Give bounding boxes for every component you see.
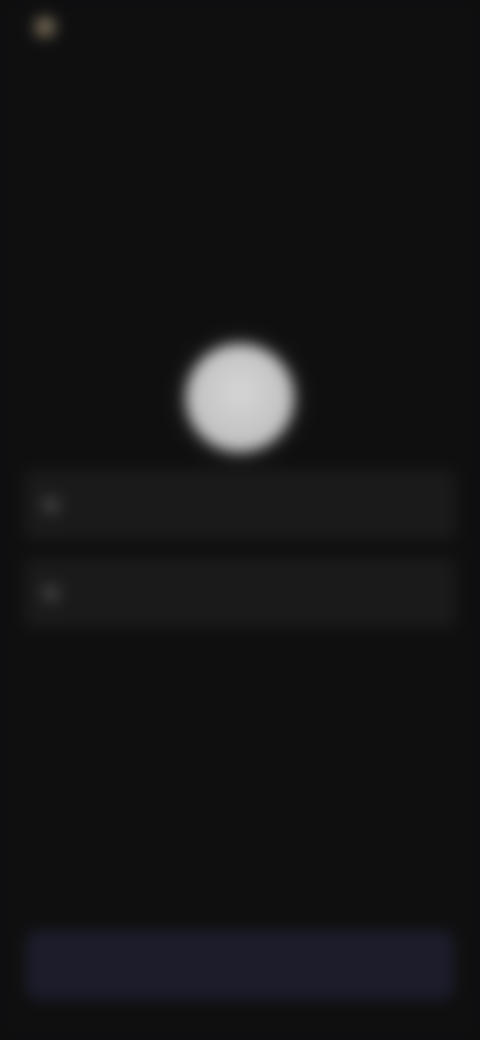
text-input-2[interactable] [74, 584, 438, 602]
brand [34, 16, 66, 38]
text-input-1[interactable] [74, 496, 438, 514]
field-icon [42, 584, 60, 602]
app-logo-icon [34, 16, 56, 38]
field-icon [42, 496, 60, 514]
avatar[interactable] [186, 344, 294, 452]
primary-button[interactable] [26, 930, 454, 1000]
input-field-1[interactable] [24, 470, 456, 540]
app-screen [0, 0, 480, 1040]
input-field-2[interactable] [24, 558, 456, 628]
header [0, 0, 480, 120]
